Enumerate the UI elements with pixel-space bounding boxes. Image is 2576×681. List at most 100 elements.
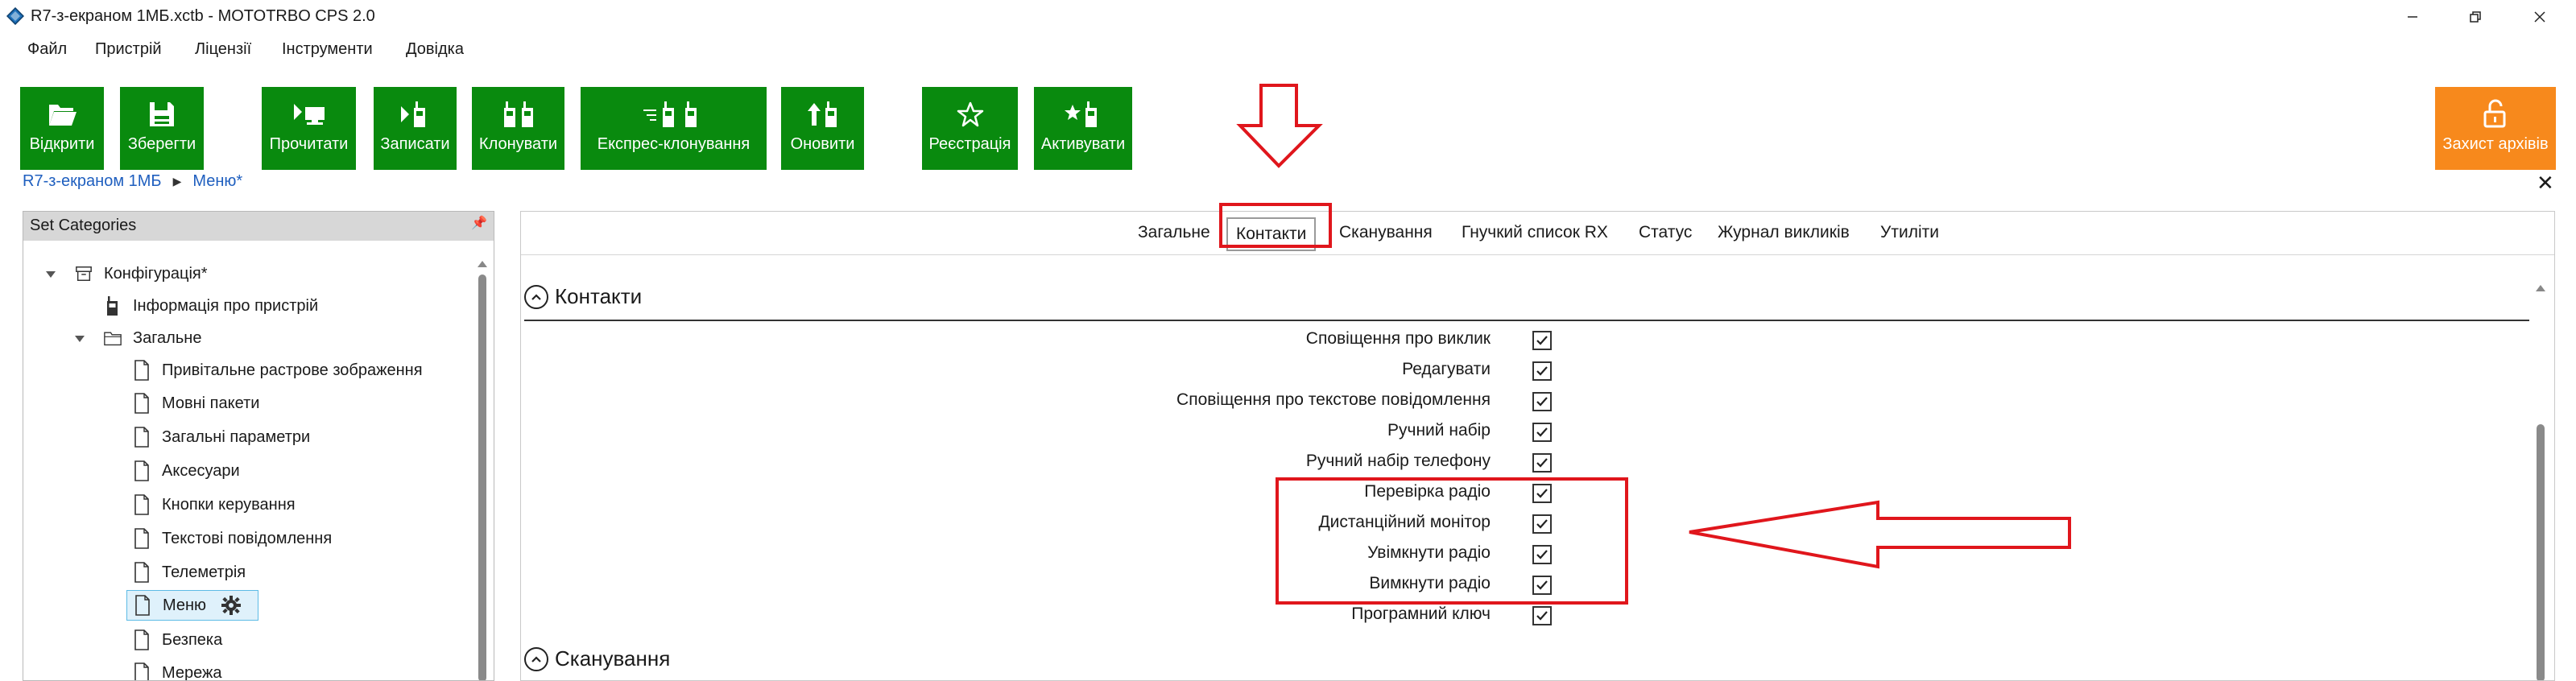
read-radio-icon <box>293 104 325 125</box>
tree-item-configuration[interactable]: Конфігурація* <box>75 260 208 287</box>
clone-radios-icon <box>503 101 533 127</box>
tree-item-security[interactable]: Безпека <box>133 626 222 654</box>
activate-button[interactable]: Активувати <box>1034 87 1132 170</box>
checkbox[interactable] <box>1532 484 1552 503</box>
archive-protect-button[interactable]: Захист архівів <box>2435 87 2556 170</box>
tab-flexible-rx-list[interactable]: Гнучкий список RX <box>1462 223 1608 242</box>
checkmark-icon <box>1536 489 1548 498</box>
breadcrumb-current[interactable]: Меню* <box>192 172 242 191</box>
checkbox[interactable] <box>1532 606 1552 625</box>
express-clone-button[interactable]: Експрес-клонування <box>581 87 767 170</box>
tree-item-general-params[interactable]: Загальні параметри <box>133 423 310 451</box>
checkbox[interactable] <box>1532 392 1552 411</box>
document-icon <box>135 595 150 616</box>
document-icon <box>134 360 149 381</box>
menu-device[interactable]: Пристрій <box>95 40 162 59</box>
write-button[interactable]: Записати <box>374 87 457 170</box>
tab-general[interactable]: Загальне <box>1138 223 1210 242</box>
scroll-up-arrow-icon[interactable] <box>476 258 489 270</box>
right-scrollbar[interactable] <box>2533 283 2548 680</box>
checkbox[interactable] <box>1532 423 1552 442</box>
collapse-arrow-icon[interactable] <box>43 266 59 283</box>
read-button[interactable]: Прочитати <box>262 87 356 170</box>
section-scan-header[interactable]: Сканування <box>524 646 670 671</box>
document-icon <box>134 427 149 448</box>
menu-file[interactable]: Файл <box>27 40 67 59</box>
tree-item-text-messages[interactable]: Текстові повідомлення <box>133 525 332 552</box>
tree-item-label: Мережа <box>162 663 222 681</box>
menu-licenses[interactable]: Ліцензії <box>195 40 251 59</box>
document-icon <box>134 393 149 414</box>
document-icon <box>134 494 149 515</box>
write-label: Записати <box>380 135 450 153</box>
set-categories-panel: Set Categories 📌 Конфігурація* Інформаці… <box>23 211 494 681</box>
tree-item-language-packs[interactable]: Мовні пакети <box>133 390 259 417</box>
tree-item-label: Меню <box>163 596 207 614</box>
minimize-button[interactable] <box>2388 3 2437 31</box>
menu-bar: Файл Пристрій Ліцензії Інструменти Довід… <box>0 34 2576 66</box>
close-button[interactable] <box>2516 3 2564 31</box>
checkbox[interactable] <box>1532 545 1552 564</box>
document-icon <box>134 528 149 549</box>
checkbox[interactable] <box>1532 331 1552 350</box>
tab-utilities[interactable]: Утиліти <box>1880 223 1939 242</box>
folder-open-icon <box>49 105 76 126</box>
tree-item-device-info[interactable]: Інформація про пристрій <box>104 292 318 320</box>
prop-label: Ручний набір <box>1387 421 1491 440</box>
gear-icon[interactable] <box>221 595 242 616</box>
scrollbar-thumb[interactable] <box>2537 424 2545 680</box>
save-button[interactable]: Зберегти <box>120 87 204 170</box>
tree-item-accessories[interactable]: Аксесуари <box>133 457 240 485</box>
app-logo-icon <box>6 7 24 25</box>
open-button[interactable]: Відкрити <box>20 87 104 170</box>
pin-icon[interactable]: 📌 <box>471 215 487 231</box>
tree-item-general[interactable]: Загальне <box>104 324 201 352</box>
breadcrumb-root[interactable]: R7-з-екраном 1МБ <box>23 172 162 191</box>
checkmark-icon <box>1536 427 1548 437</box>
breadcrumb: R7-з-екраном 1МБ ▶ Меню* <box>23 172 242 191</box>
menu-help[interactable]: Довідка <box>406 40 464 59</box>
prop-label: Редагувати <box>1402 360 1491 378</box>
prop-edit: Редагувати <box>521 355 1568 386</box>
update-button[interactable]: Оновити <box>781 87 864 170</box>
tab-scan[interactable]: Сканування <box>1339 223 1433 242</box>
prop-radio-disable: Вимкнути радіо <box>521 569 1568 600</box>
prop-label: Вимкнути радіо <box>1369 574 1491 592</box>
collapse-arrow-icon[interactable] <box>72 331 88 347</box>
tree-item-network[interactable]: Мережа <box>133 659 222 681</box>
express-clone-icon <box>643 101 697 127</box>
clone-label: Клонувати <box>478 135 558 153</box>
tree-item-label: Привітальне растрове зображення <box>162 361 423 379</box>
tree-item-welcome-bitmap[interactable]: Привітальне растрове зображення <box>133 357 423 384</box>
read-label: Прочитати <box>269 135 349 153</box>
save-disk-icon <box>150 102 174 126</box>
register-button[interactable]: Реєстрація <box>922 87 1018 170</box>
checkbox[interactable] <box>1532 514 1552 534</box>
section-contacts-header[interactable]: Контакти <box>524 284 642 309</box>
collapse-chevron-icon[interactable] <box>524 284 548 309</box>
maximize-button[interactable] <box>2451 3 2500 31</box>
update-radio-icon <box>807 101 837 127</box>
checkbox[interactable] <box>1532 361 1552 381</box>
archive-protect-label: Захист архівів <box>2442 135 2549 153</box>
clone-button[interactable]: Клонувати <box>472 87 564 170</box>
menu-tools[interactable]: Інструменти <box>282 40 373 59</box>
checkbox[interactable] <box>1532 576 1552 595</box>
scroll-up-arrow-icon[interactable] <box>2533 283 2548 294</box>
tree-item-menu[interactable]: Меню <box>126 590 258 621</box>
prop-remote-monitor: Дистанційний монітор <box>521 508 1568 539</box>
scrollbar-thumb[interactable] <box>478 274 486 680</box>
checkbox[interactable] <box>1532 453 1552 473</box>
tree-item-telemetry[interactable]: Телеметрія <box>133 559 246 586</box>
collapse-chevron-icon[interactable] <box>524 646 548 671</box>
left-scrollbar[interactable] <box>476 258 489 680</box>
tab-contacts[interactable]: Контакти <box>1226 217 1317 251</box>
tab-call-log[interactable]: Журнал викликів <box>1718 223 1850 242</box>
tree-item-control-buttons[interactable]: Кнопки керування <box>133 491 296 518</box>
close-document-icon[interactable]: ✕ <box>2537 171 2554 196</box>
star-outline-icon <box>957 101 983 127</box>
tab-status[interactable]: Статус <box>1639 223 1692 242</box>
activate-label: Активувати <box>1040 135 1126 153</box>
window-title: R7-з-екраном 1МБ.xctb - MOTOTRBO CPS 2.0 <box>31 7 375 25</box>
tree-item-label: Конфігурація* <box>104 264 208 283</box>
